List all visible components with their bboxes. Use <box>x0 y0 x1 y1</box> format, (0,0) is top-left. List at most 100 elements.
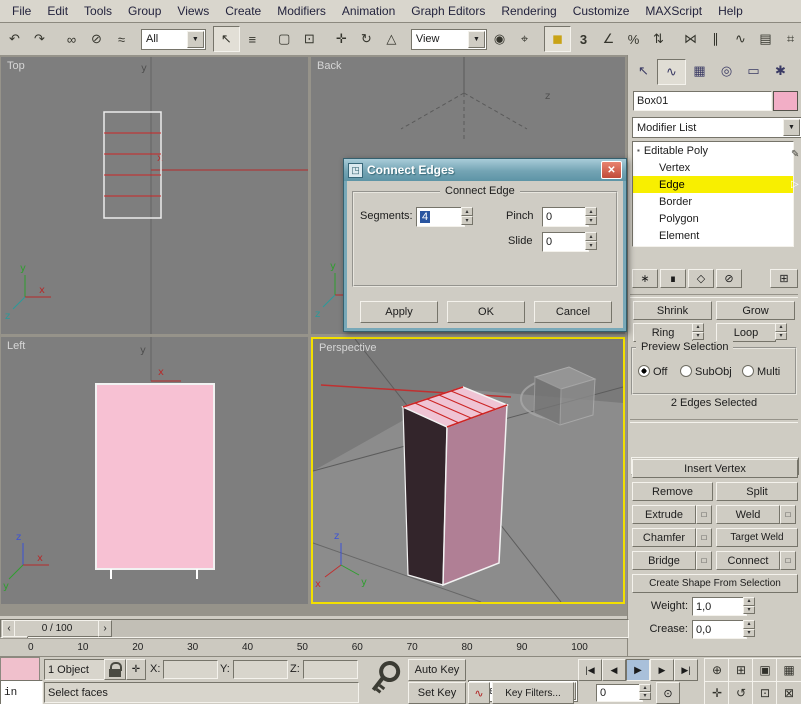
box-object[interactable] <box>403 387 507 585</box>
spin-up-icon[interactable]: ▴ <box>461 207 473 216</box>
snap-toggle-3d-icon[interactable]: 3 <box>571 27 596 51</box>
select-object-icon[interactable]: ↖ <box>213 26 240 52</box>
mirror-icon[interactable]: ⋈ <box>678 27 703 51</box>
close-icon[interactable]: ✕ <box>601 161 622 179</box>
key-tangents-icon[interactable]: ∿ <box>468 682 490 704</box>
menu-modifiers[interactable]: Modifiers <box>269 2 334 20</box>
redo-icon[interactable]: ↷ <box>27 27 52 51</box>
spin-down-icon[interactable]: ▾ <box>775 332 787 341</box>
undo-icon[interactable]: ↶ <box>2 27 27 51</box>
spin-down-icon[interactable]: ▾ <box>743 629 755 638</box>
viewport-perspective[interactable]: Perspective <box>311 337 625 604</box>
object-name-field[interactable]: Box01 <box>633 91 772 111</box>
align-icon[interactable]: ∥ <box>703 27 728 51</box>
absolute-mode-toggle-icon[interactable]: ✛ <box>126 659 146 680</box>
z-coordinate-field[interactable] <box>303 660 358 679</box>
menu-maxscript[interactable]: MAXScript <box>637 2 710 20</box>
time-configuration-icon[interactable]: ⊙ <box>656 682 680 704</box>
selection-lock-icon[interactable] <box>104 659 126 680</box>
extrude-settings-icon[interactable]: □ <box>696 505 712 524</box>
stack-item-vertex[interactable]: Vertex <box>633 159 793 176</box>
viewport-label-top[interactable]: Top <box>7 60 25 72</box>
chamfer-button[interactable]: Chamfer <box>632 528 696 547</box>
radio-off-icon[interactable] <box>638 365 650 377</box>
weight-spinner[interactable]: ▴ ▾ <box>743 597 755 614</box>
viewport-top[interactable]: Top x y y x z <box>1 57 308 334</box>
y-coordinate-field[interactable] <box>233 660 288 679</box>
tab-display-icon[interactable]: ▭ <box>740 59 767 83</box>
tab-motion-icon[interactable]: ◎ <box>713 59 740 83</box>
menu-edit[interactable]: Edit <box>39 2 76 20</box>
dropdown-arrow-icon[interactable]: ▼ <box>783 119 800 136</box>
previous-frame-icon[interactable]: ◀ <box>602 659 626 681</box>
make-unique-icon[interactable]: ◇ <box>688 269 714 288</box>
weld-button[interactable]: Weld <box>716 505 780 524</box>
bridge-settings-icon[interactable]: □ <box>696 551 712 570</box>
layer-manager-icon[interactable]: ▤ <box>753 27 778 51</box>
pin-stack-icon[interactable]: ∗ <box>632 269 658 288</box>
maximize-viewport-icon[interactable]: ⊠ <box>776 681 801 704</box>
crease-spinner[interactable]: ▴ ▾ <box>743 620 755 637</box>
rectangular-selection-region-icon[interactable]: ▢ <box>272 27 297 51</box>
viewport-label-back[interactable]: Back <box>317 60 341 72</box>
schematic-view-icon[interactable]: ⌗ <box>778 27 801 51</box>
stack-item-border[interactable]: Border <box>633 193 793 210</box>
tab-utilities-icon[interactable]: ✱ <box>767 59 794 83</box>
go-to-end-icon[interactable]: ▶| <box>674 659 698 681</box>
viewport-label-perspective[interactable]: Perspective <box>319 342 376 354</box>
angle-snap-icon[interactable]: ∠ <box>596 27 621 51</box>
use-center-icon[interactable]: ◉ <box>487 27 512 51</box>
configure-modifier-sets-icon[interactable]: ⊞ <box>770 269 798 288</box>
select-and-link-icon[interactable]: ∞ <box>59 27 84 51</box>
tab-create-icon[interactable]: ↖ <box>630 59 657 83</box>
zoom-icon[interactable]: ⊕ <box>704 658 730 682</box>
maxscript-mini-listener[interactable]: in <box>0 680 43 704</box>
spin-down-icon[interactable]: ▾ <box>585 216 597 225</box>
menu-help[interactable]: Help <box>710 2 751 20</box>
tab-modify-icon[interactable]: ∿ <box>657 59 686 85</box>
create-shape-button[interactable]: Create Shape From Selection <box>632 574 798 593</box>
spin-up-icon[interactable]: ▴ <box>743 597 755 606</box>
spin-up-icon[interactable]: ▴ <box>585 207 597 216</box>
modifier-list-dropdown[interactable]: Modifier List ▼ <box>632 117 801 138</box>
zoom-region-icon[interactable]: ⊡ <box>752 681 778 704</box>
menu-create[interactable]: Create <box>217 2 269 20</box>
connect-button[interactable]: Connect <box>716 551 780 570</box>
spin-down-icon[interactable]: ▾ <box>743 606 755 615</box>
spin-down-icon[interactable]: ▾ <box>639 692 651 700</box>
radio-off[interactable]: Off <box>638 365 667 378</box>
viewport-label-left[interactable]: Left <box>7 340 25 352</box>
remove-button[interactable]: Remove <box>632 482 713 501</box>
play-icon[interactable]: ▶ <box>626 659 650 681</box>
menu-graph-editors[interactable]: Graph Editors <box>403 2 493 20</box>
next-frame-icon[interactable]: ▶ <box>650 659 674 681</box>
select-and-scale-icon[interactable]: △ <box>379 27 404 51</box>
select-and-move-icon[interactable]: ✛ <box>329 27 354 51</box>
extrude-button[interactable]: Extrude <box>632 505 696 524</box>
stack-item-element[interactable]: Element <box>633 227 793 244</box>
radio-subobj-icon[interactable] <box>680 365 692 377</box>
spin-down-icon[interactable]: ▾ <box>692 332 704 341</box>
window-crossing-icon[interactable]: ⊡ <box>297 27 322 51</box>
weight-field[interactable]: 1,0 <box>692 597 747 616</box>
zoom-extents-icon[interactable]: ▣ <box>752 658 778 682</box>
radio-multi-icon[interactable] <box>742 365 754 377</box>
time-slider-handle[interactable]: 0 / 100 <box>14 620 100 637</box>
connect-settings-icon[interactable]: □ <box>780 551 796 570</box>
arc-rotate-icon[interactable]: ↺ <box>728 681 754 704</box>
ring-button[interactable]: Ring <box>633 323 693 342</box>
dialog-titlebar[interactable]: ◳ Connect Edges ✕ <box>344 159 626 181</box>
ok-button[interactable]: OK <box>447 301 525 323</box>
split-button[interactable]: Split <box>716 482 798 501</box>
menu-rendering[interactable]: Rendering <box>493 2 564 20</box>
chamfer-settings-icon[interactable]: □ <box>696 528 712 547</box>
key-filters-button[interactable]: Key Filters... <box>492 682 574 704</box>
spin-up-icon[interactable]: ▴ <box>743 620 755 629</box>
material-editor-icon[interactable]: ◼ <box>544 26 571 52</box>
time-slider-next-icon[interactable]: › <box>98 620 112 637</box>
menu-customize[interactable]: Customize <box>565 2 638 20</box>
apply-button[interactable]: Apply <box>360 301 438 323</box>
stack-item-edge[interactable]: Edge <box>633 176 793 193</box>
menu-tools[interactable]: Tools <box>76 2 120 20</box>
loop-spinner[interactable]: ▴ ▾ <box>775 323 787 340</box>
